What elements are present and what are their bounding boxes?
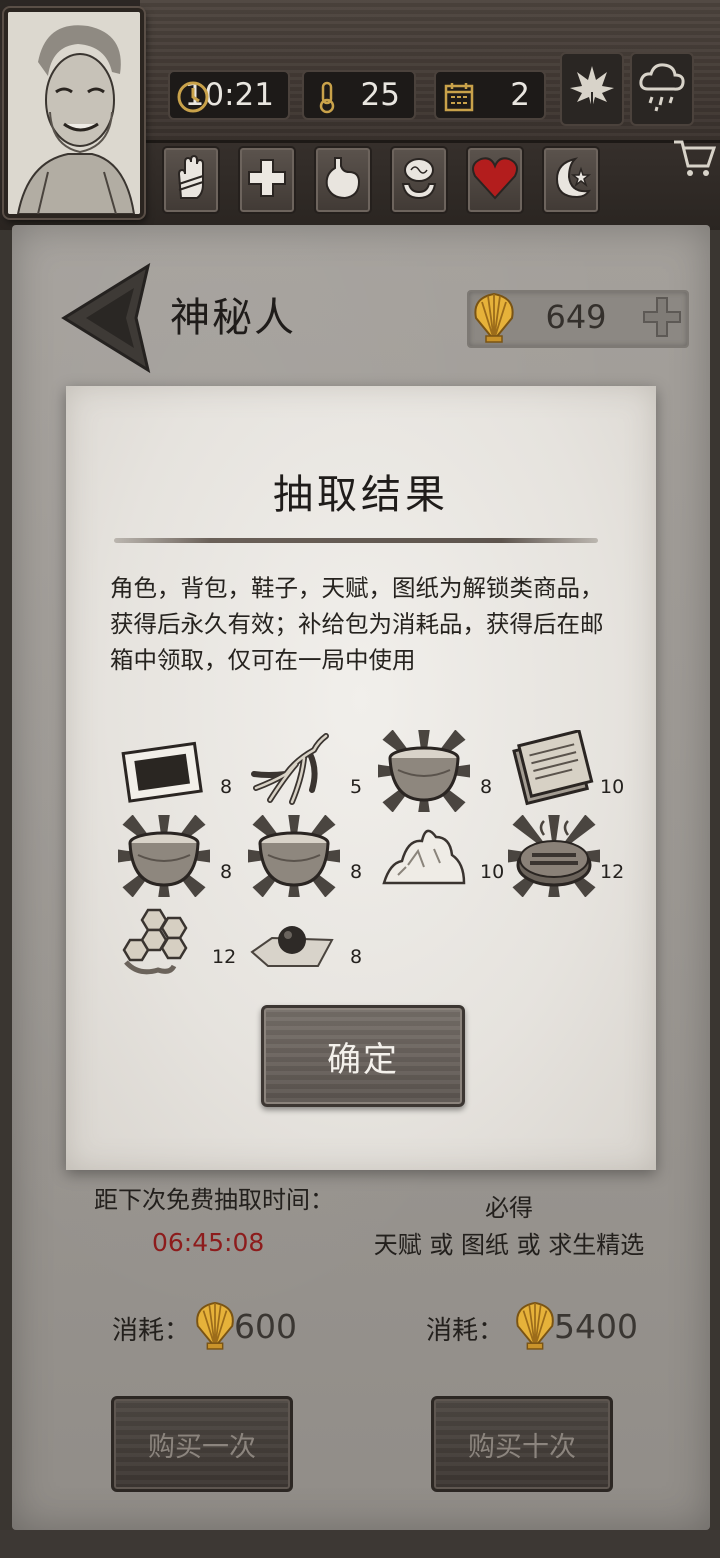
moon-icon	[549, 155, 593, 205]
bowl-reward-item[interactable]	[112, 804, 216, 908]
leaf-icon	[567, 62, 617, 116]
rain-cloud-icon	[636, 59, 688, 119]
tray-reward-item[interactable]	[118, 730, 210, 812]
book-icon	[508, 728, 600, 816]
bowl-reward-item[interactable]	[372, 719, 476, 823]
pill-reward-item[interactable]	[248, 900, 340, 982]
day-display: 2	[434, 70, 546, 120]
guaranteed-label: 必得	[485, 1194, 533, 1222]
confirm-button[interactable]: 确定	[261, 1005, 465, 1107]
shop-button[interactable]	[672, 136, 717, 180]
season-button[interactable]	[560, 52, 624, 126]
health-status-button[interactable]	[238, 146, 296, 214]
dialog-description: 角色，背包，鞋子，天赋，图纸为解锁类商品，获得后永久有效；补给包为消耗品，获得后…	[110, 574, 604, 674]
stomach-icon	[321, 154, 365, 206]
item-count: 8	[220, 861, 233, 883]
cost-label-ten: 消耗：	[426, 1316, 505, 1346]
bottom-strip	[0, 1530, 720, 1558]
shell-icon	[470, 288, 518, 346]
item-count: 5	[350, 776, 363, 798]
cooked-meat-reward-item[interactable]	[502, 804, 606, 908]
weather-button[interactable]	[630, 52, 694, 126]
tray-icon	[118, 741, 210, 816]
bowl-reward-item[interactable]	[242, 804, 346, 908]
buy-ten-button[interactable]: 购买十次	[431, 1396, 613, 1492]
item-count: 8	[480, 776, 493, 798]
plus-icon	[642, 297, 682, 342]
page-title: 神秘人	[170, 295, 296, 341]
back-arrow-icon	[56, 262, 156, 378]
free-draw-label: 距下次免费抽取时间：	[94, 1186, 334, 1214]
calendar-icon	[442, 80, 476, 114]
hunger-status-button[interactable]	[314, 146, 372, 214]
cost-value-single: 600	[234, 1307, 297, 1346]
item-count: 8	[350, 946, 363, 968]
bowl-icon	[242, 804, 346, 908]
cart-icon	[672, 140, 717, 184]
back-button[interactable]	[56, 262, 156, 374]
hand-status-button[interactable]	[162, 146, 220, 214]
cost-label-single: 消耗：	[112, 1316, 191, 1346]
honeycomb-icon	[118, 908, 210, 986]
dialog-title: 抽取结果	[273, 472, 449, 518]
clock-icon	[176, 80, 210, 114]
health-cross-icon	[245, 156, 289, 204]
salt-pile-icon	[378, 829, 470, 901]
thermometer-icon	[310, 80, 344, 114]
salt-pile-reward-item[interactable]	[378, 815, 470, 897]
root-reward-item[interactable]	[248, 730, 340, 812]
character-portrait[interactable]	[4, 8, 144, 218]
cost-value-ten: 5400	[554, 1307, 638, 1346]
sleep-status-button[interactable]	[542, 146, 600, 214]
title-divider	[114, 538, 598, 543]
temperature-display: 25	[302, 70, 416, 120]
mood-status-button[interactable]	[466, 146, 524, 214]
shell-count: 649	[545, 298, 607, 336]
day-value: 2	[510, 77, 530, 113]
bowl-icon	[112, 804, 216, 908]
pill-icon	[248, 926, 340, 986]
add-shells-button[interactable]	[642, 296, 682, 338]
clock-display: 10:21	[168, 70, 290, 120]
book-reward-item[interactable]	[508, 728, 600, 812]
item-count: 10	[480, 861, 505, 883]
shell-icon	[512, 1296, 558, 1354]
shell-icon	[192, 1296, 238, 1354]
bowl-icon	[372, 719, 476, 823]
heart-icon	[471, 156, 519, 204]
temperature-value: 25	[360, 77, 400, 113]
free-draw-timer: 06:45:08	[152, 1228, 265, 1257]
item-count: 10	[600, 776, 625, 798]
guaranteed-items: 天赋 或 图纸 或 求生精选	[373, 1231, 645, 1259]
brain-icon	[397, 154, 441, 206]
item-count: 8	[220, 776, 233, 798]
sanity-status-button[interactable]	[390, 146, 448, 214]
root-icon	[248, 733, 340, 816]
item-count: 12	[600, 861, 625, 883]
hand-icon	[171, 154, 211, 206]
cooked-meat-icon	[502, 804, 606, 908]
buy-once-button[interactable]: 购买一次	[111, 1396, 293, 1492]
honeycomb-reward-item[interactable]	[118, 900, 210, 982]
item-count: 12	[212, 946, 237, 968]
item-count: 8	[350, 861, 363, 883]
